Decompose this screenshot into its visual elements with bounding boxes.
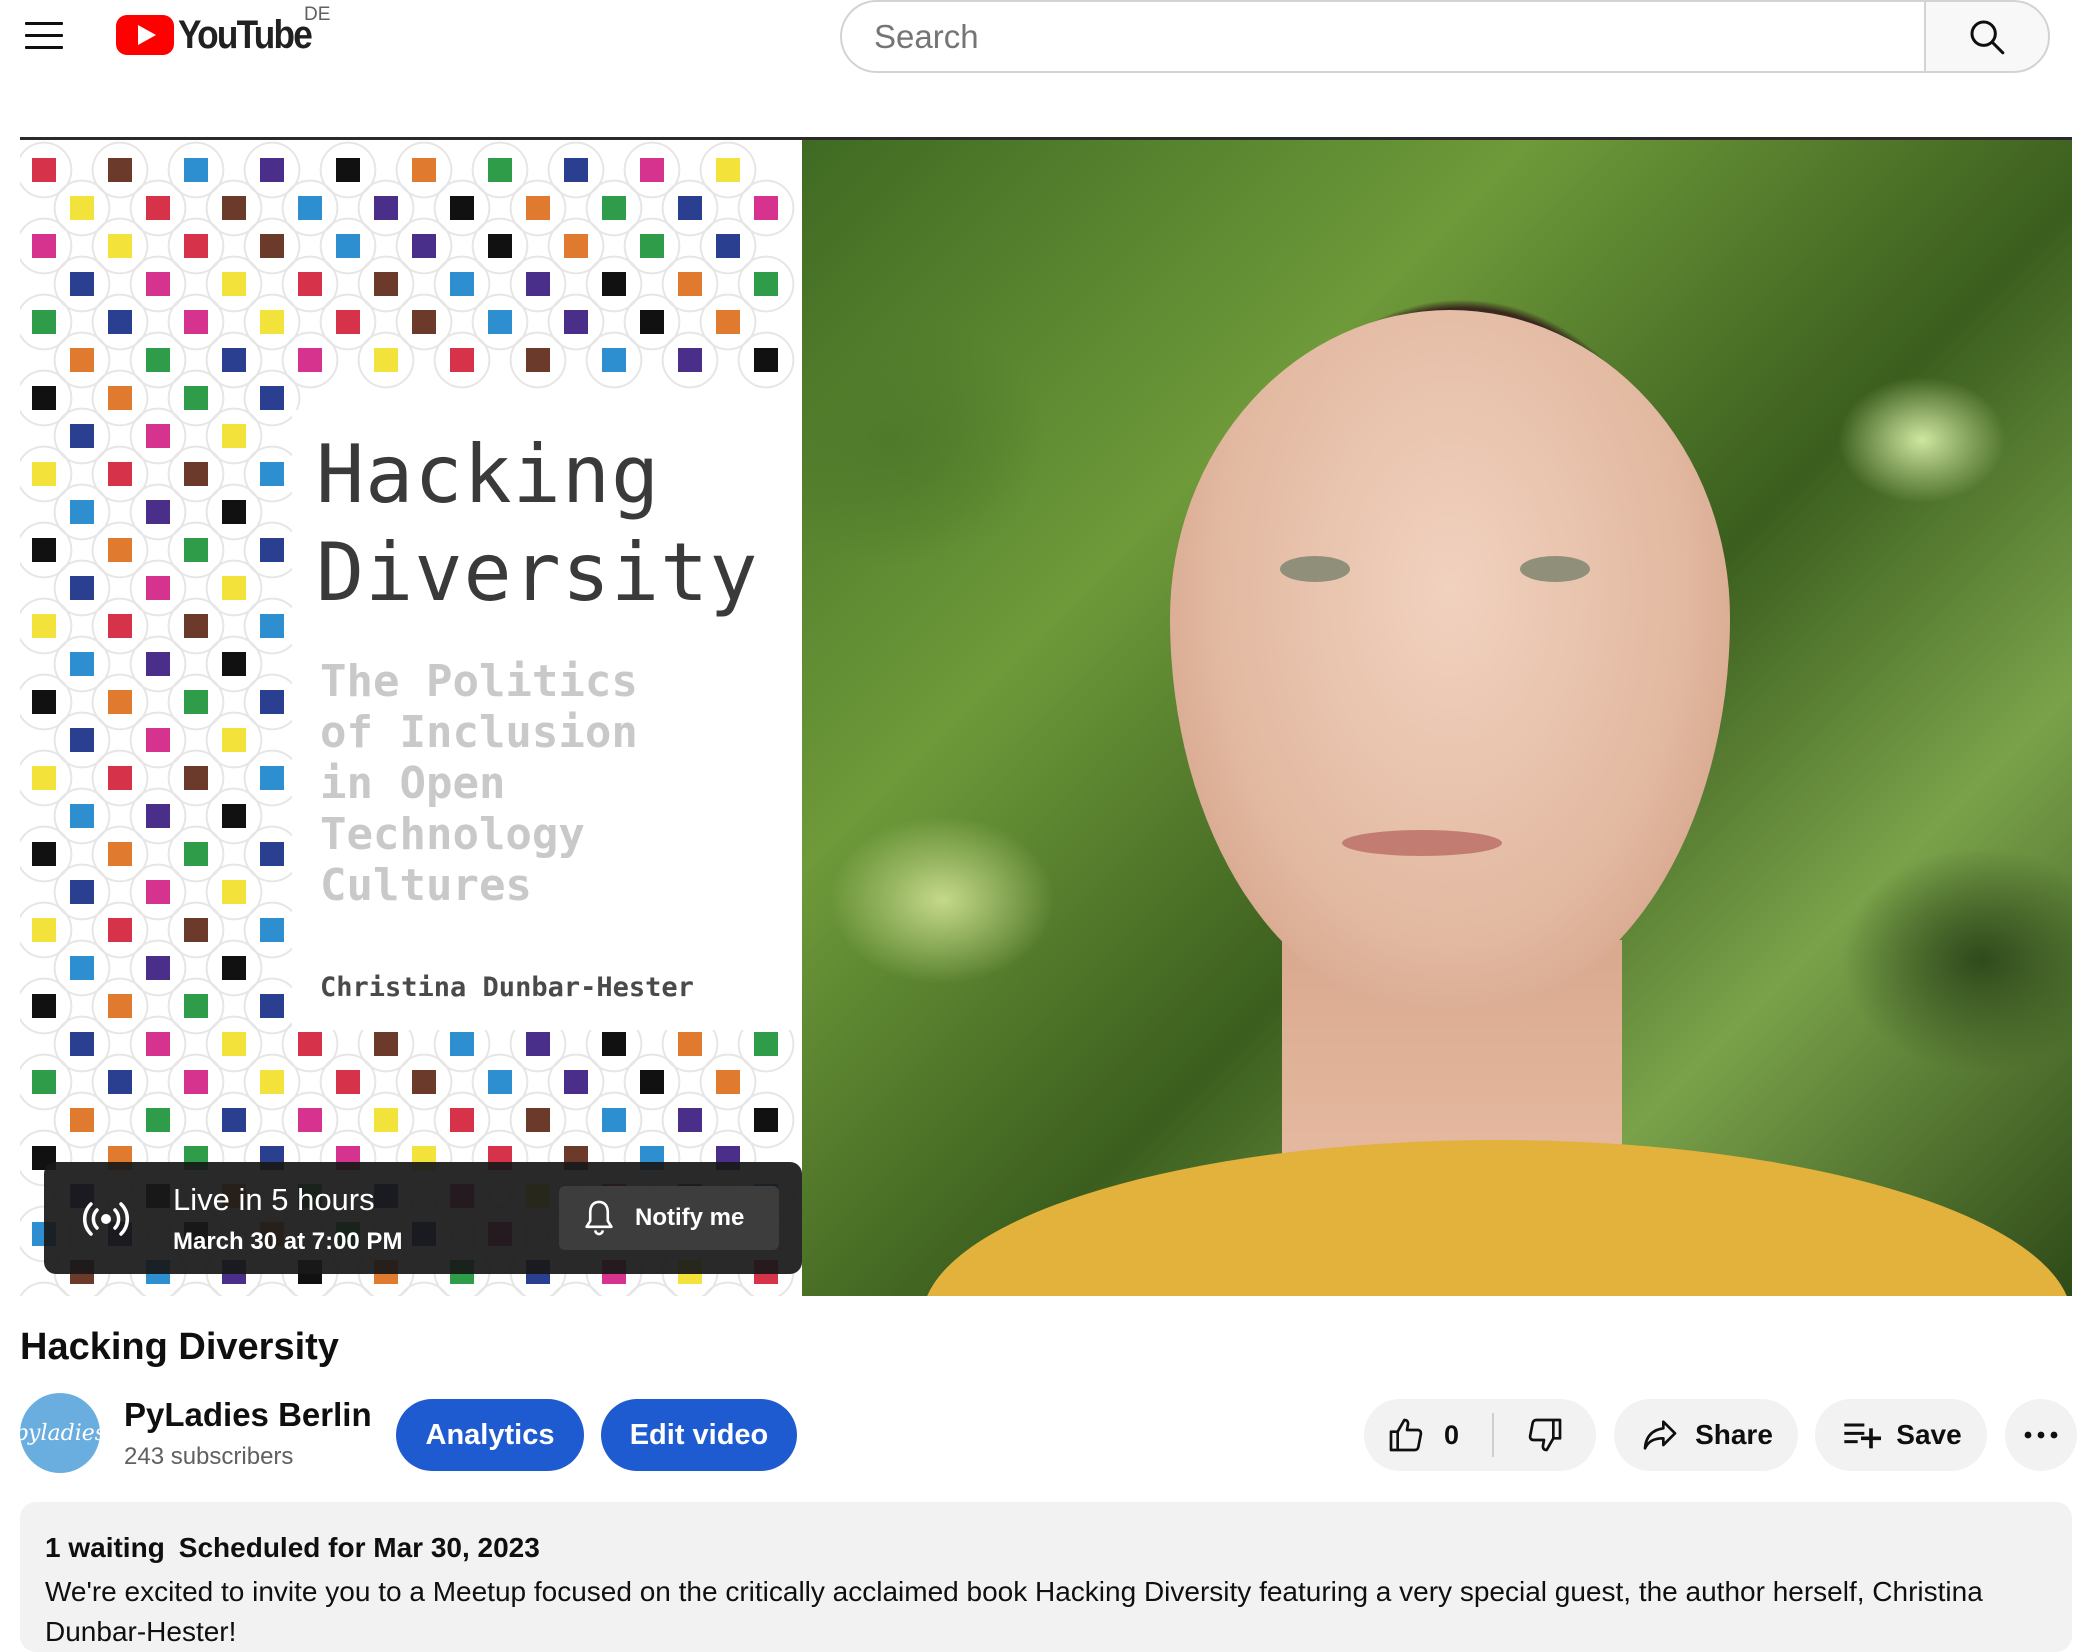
description-meta: 1 waiting Scheduled for Mar 30, 2023 — [45, 1532, 554, 1564]
avatar-logo-text: pyladies — [20, 1420, 100, 1446]
youtube-logo[interactable]: YouTube — [116, 10, 329, 60]
logo-text: YouTube — [178, 12, 313, 57]
scheduled-date: Scheduled for Mar 30, 2023 — [178, 1532, 540, 1563]
more-actions-button[interactable] — [2005, 1399, 2077, 1471]
thumbs-up-icon — [1389, 1418, 1423, 1452]
hamburger-menu-icon[interactable] — [22, 14, 66, 58]
like-dislike-group: 0 — [1364, 1399, 1596, 1471]
like-button[interactable]: 0 — [1364, 1399, 1492, 1471]
edit-video-button[interactable]: Edit video — [601, 1399, 797, 1471]
search-bar — [840, 0, 2050, 73]
live-countdown-overlay: Live in 5 hours March 30 at 7:00 PM Noti… — [44, 1162, 802, 1274]
video-player[interactable]: Hacking Diversity The Politics of Inclus… — [20, 137, 2072, 1296]
author-photo — [802, 140, 2072, 1296]
bell-icon — [585, 1200, 613, 1236]
description-box[interactable]: 1 waiting Scheduled for Mar 30, 2023 We'r… — [20, 1502, 2072, 1652]
search-button[interactable] — [1924, 0, 2050, 73]
more-horizontal-icon — [2024, 1431, 2058, 1439]
share-button[interactable]: Share — [1614, 1399, 1798, 1471]
analytics-button[interactable]: Analytics — [396, 1399, 584, 1471]
channel-name[interactable]: PyLadies Berlin — [124, 1396, 372, 1434]
book-cover-thumbnail: Hacking Diversity The Politics of Inclus… — [20, 140, 802, 1296]
live-countdown-text: Live in 5 hours — [173, 1182, 375, 1217]
waiting-count: 1 waiting — [45, 1532, 165, 1563]
search-input[interactable] — [840, 0, 1924, 73]
search-icon — [1970, 20, 2005, 54]
notify-me-label: Notify me — [635, 1204, 745, 1231]
live-broadcast-icon — [83, 1202, 129, 1236]
description-text: We're excited to invite you to a Meetup … — [45, 1576, 1983, 1647]
thumbs-down-icon — [1528, 1418, 1562, 1452]
notify-me-button[interactable]: Notify me — [559, 1186, 779, 1250]
channel-avatar[interactable]: pyladies — [20, 1393, 100, 1473]
cover-author: Christina Dunbar-Hester — [320, 972, 694, 1003]
subscriber-count: 243 subscribers — [124, 1443, 294, 1470]
cover-title: Hacking Diversity — [316, 428, 759, 619]
video-title: Hacking Diversity — [20, 1326, 339, 1368]
country-code: DE — [304, 4, 331, 25]
dislike-button[interactable] — [1494, 1399, 1596, 1471]
youtube-play-icon — [116, 15, 174, 55]
playlist-add-icon — [1844, 1423, 1882, 1449]
share-label: Share — [1695, 1419, 1773, 1450]
share-arrow-icon — [1643, 1420, 1677, 1450]
like-count: 0 — [1444, 1419, 1460, 1450]
cover-subtitle: The Politics of Inclusion in Open Techno… — [320, 656, 638, 911]
premiere-time: March 30 at 7:00 PM — [173, 1228, 403, 1255]
save-label: Save — [1896, 1419, 1962, 1450]
save-to-playlist-button[interactable]: Save — [1815, 1399, 1987, 1471]
